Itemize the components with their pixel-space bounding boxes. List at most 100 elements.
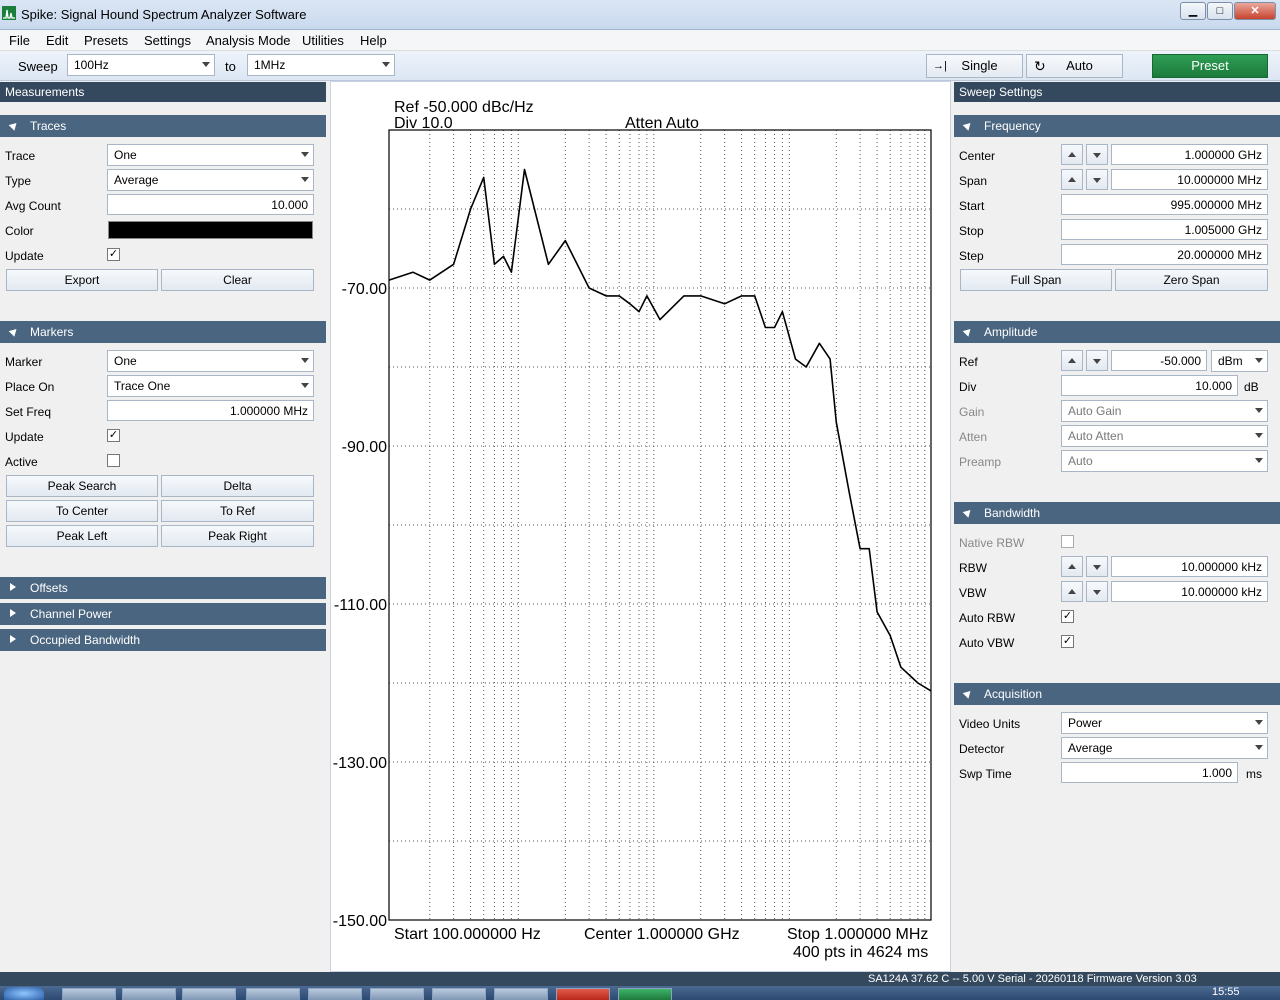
clear-button[interactable]: Clear	[161, 269, 314, 291]
step-input[interactable]: 20.000000 MHz	[1061, 244, 1268, 265]
offsets-section-header[interactable]: Offsets	[0, 577, 326, 599]
full-span-button[interactable]: Full Span	[960, 269, 1112, 291]
taskbar-item-app2[interactable]	[308, 988, 362, 1000]
active-checkbox[interactable]	[107, 454, 120, 467]
menu-settings[interactable]: Settings	[144, 33, 191, 48]
preamp-select[interactable]: Auto	[1061, 450, 1268, 472]
detector-select[interactable]: Average	[1061, 737, 1268, 759]
native-rbw-checkbox[interactable]	[1061, 535, 1074, 548]
center-input[interactable]: 1.000000 GHz	[1111, 144, 1268, 165]
place-on-select[interactable]: Trace One	[107, 375, 314, 397]
taskbar-item-app[interactable]	[182, 988, 236, 1000]
taskbar-item-browser[interactable]	[62, 988, 116, 1000]
rbw-input[interactable]: 10.000000 kHz	[1111, 556, 1268, 577]
center-up-button[interactable]	[1061, 144, 1083, 165]
vbw-up-button[interactable]	[1061, 581, 1083, 602]
auto-rbw-checkbox[interactable]: ✓	[1061, 610, 1074, 623]
preamp-label: Preamp	[959, 455, 1002, 469]
auto-vbw-checkbox[interactable]: ✓	[1061, 635, 1074, 648]
taskbar-item-firefox[interactable]	[246, 988, 300, 1000]
single-label: Single	[961, 58, 998, 73]
menu-help[interactable]: Help	[360, 33, 387, 48]
center-down-button[interactable]	[1086, 144, 1108, 165]
chevron-down-icon	[1255, 408, 1263, 413]
active-label: Active	[5, 455, 38, 469]
rbw-down-button[interactable]	[1086, 556, 1108, 577]
to-ref-button[interactable]: To Ref	[161, 500, 314, 522]
single-sweep-button[interactable]: →| Single	[926, 54, 1023, 78]
menu-edit[interactable]: Edit	[46, 33, 68, 48]
stop-input[interactable]: 1.005000 GHz	[1061, 219, 1268, 240]
menu-file[interactable]: File	[9, 33, 30, 48]
acquisition-section-header[interactable]: Acquisition	[954, 683, 1280, 705]
zero-span-button[interactable]: Zero Span	[1115, 269, 1268, 291]
trace-color-swatch[interactable]	[108, 221, 313, 239]
spectrum-chart[interactable]: -70.00 -90.00 -110.00 -130.00 -150.00	[331, 82, 950, 971]
maximize-button[interactable]: □	[1207, 2, 1233, 20]
menu-presets[interactable]: Presets	[84, 33, 128, 48]
rbw-up-button[interactable]	[1061, 556, 1083, 577]
span-input[interactable]: 10.000000 MHz	[1111, 169, 1268, 190]
set-freq-input[interactable]: 1.000000 MHz	[107, 400, 314, 421]
frequency-section-header[interactable]: Frequency	[954, 115, 1280, 137]
ref-up-button[interactable]	[1061, 350, 1083, 371]
atten-select[interactable]: Auto Atten	[1061, 425, 1268, 447]
export-button[interactable]: Export	[6, 269, 158, 291]
offsets-header-label: Offsets	[30, 581, 68, 595]
to-center-button[interactable]: To Center	[6, 500, 158, 522]
trace-select[interactable]: One	[107, 144, 314, 166]
video-units-select[interactable]: Power	[1061, 712, 1268, 734]
start-button[interactable]	[4, 987, 44, 1000]
peak-search-button[interactable]: Peak Search	[6, 475, 158, 497]
vbw-down-button[interactable]	[1086, 581, 1108, 602]
delta-button[interactable]: Delta	[161, 475, 314, 497]
type-select[interactable]: Average	[107, 169, 314, 191]
trace-update-checkbox[interactable]: ✓	[107, 248, 120, 261]
collapse-icon	[962, 507, 974, 518]
detector-value: Average	[1068, 741, 1113, 755]
taskbar-item-chrome[interactable]	[370, 988, 424, 1000]
amplitude-section-header[interactable]: Amplitude	[954, 321, 1280, 343]
avg-count-input[interactable]: 10.000	[107, 194, 314, 215]
taskbar-item-tc[interactable]	[556, 988, 610, 1000]
taskbar-item-spike[interactable]	[618, 988, 672, 1000]
channel-power-section-header[interactable]: Channel Power	[0, 603, 326, 625]
bandwidth-header-label: Bandwidth	[984, 506, 1041, 520]
preset-button[interactable]: Preset	[1152, 54, 1268, 78]
marker-update-checkbox[interactable]: ✓	[107, 429, 120, 442]
markers-section-header[interactable]: Markers	[0, 321, 326, 343]
ref-down-button[interactable]	[1086, 350, 1108, 371]
sweep-start-select[interactable]: 100Hz	[67, 54, 215, 76]
start-label: Start	[959, 199, 985, 213]
marker-select[interactable]: One	[107, 350, 314, 372]
gain-select[interactable]: Auto Gain	[1061, 400, 1268, 422]
peak-right-button[interactable]: Peak Right	[161, 525, 314, 547]
frequency-header-label: Frequency	[984, 119, 1041, 133]
occupied-bandwidth-section-header[interactable]: Occupied Bandwidth	[0, 629, 326, 651]
y-tick-label: -90.00	[342, 439, 387, 456]
menu-analysis-mode[interactable]: Analysis Mode	[206, 33, 291, 48]
swp-time-input[interactable]: 1.000	[1061, 762, 1238, 783]
span-up-button[interactable]	[1061, 169, 1083, 190]
minimize-button[interactable]: ▁	[1180, 2, 1206, 20]
sweep-start-value: 100Hz	[74, 58, 109, 72]
type-value: Average	[114, 173, 159, 187]
div-input[interactable]: 10.000	[1061, 375, 1238, 396]
taskbar-item-chat[interactable]	[432, 988, 486, 1000]
ref-input[interactable]: -50.000	[1111, 350, 1207, 371]
taskbar-item-explorer[interactable]	[122, 988, 176, 1000]
traces-section-header[interactable]: Traces	[0, 115, 326, 137]
menu-utilities[interactable]: Utilities	[302, 33, 344, 48]
start-freq-text: Start 100.000000 Hz	[394, 926, 541, 943]
auto-sweep-button[interactable]: ↻ Auto	[1026, 54, 1123, 78]
start-input[interactable]: 995.000000 MHz	[1061, 194, 1268, 215]
span-down-button[interactable]	[1086, 169, 1108, 190]
bandwidth-section-header[interactable]: Bandwidth	[954, 502, 1280, 524]
ref-unit-select[interactable]: dBm	[1211, 350, 1268, 372]
vbw-input[interactable]: 10.000000 kHz	[1111, 581, 1268, 602]
taskbar-item-paint[interactable]	[494, 988, 548, 1000]
close-button[interactable]: ✕	[1234, 2, 1276, 20]
toolbar: Sweep 100Hz to 1MHz →| Single ↻ Auto Pre…	[0, 51, 1280, 81]
peak-left-button[interactable]: Peak Left	[6, 525, 158, 547]
sweep-stop-select[interactable]: 1MHz	[247, 54, 395, 76]
